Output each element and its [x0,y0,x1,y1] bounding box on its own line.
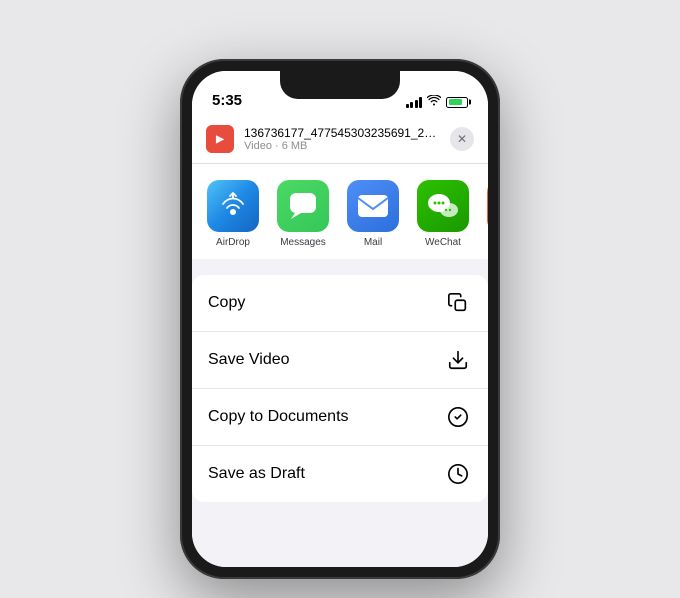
save-video-action[interactable]: Save Video [192,332,488,389]
screen-content: ▶ 136736177_477545303235691_2122... Vide… [192,115,488,567]
app-item-more[interactable] [482,180,488,249]
file-type-icon: ▶ [206,125,234,153]
airdrop-label: AirDrop [216,237,250,249]
share-file-info: 136736177_477545303235691_2122... Video … [244,126,440,152]
mail-label: Mail [364,237,382,249]
save-video-icon [444,346,472,374]
phone-screen: 5:35 [192,71,488,567]
draft-icon [444,460,472,488]
airdrop-icon [207,180,259,232]
app-item-airdrop[interactable]: AirDrop [202,180,264,249]
documents-icon [444,403,472,431]
action-list: Copy Save Video [192,275,488,502]
wifi-icon [427,95,441,109]
app-item-mail[interactable]: Mail [342,180,404,249]
copy-to-documents-action[interactable]: Copy to Documents [192,389,488,446]
status-bar: 5:35 [192,71,488,115]
share-file-name: 136736177_477545303235691_2122... [244,126,440,140]
more-icon [487,180,488,232]
copy-action[interactable]: Copy [192,275,488,332]
notch [280,71,400,99]
copy-to-documents-label: Copy to Documents [208,408,349,426]
app-item-wechat[interactable]: WeChat [412,180,474,249]
share-preview-bar: ▶ 136736177_477545303235691_2122... Vide… [192,115,488,164]
copy-icon [444,289,472,317]
share-close-button[interactable]: ✕ [450,127,474,151]
phone-frame: 5:35 [180,59,500,579]
mail-icon [347,180,399,232]
status-icons [406,95,469,109]
save-as-draft-action[interactable]: Save as Draft [192,446,488,502]
battery-icon [446,97,468,108]
status-time: 5:35 [212,92,242,109]
save-as-draft-label: Save as Draft [208,465,305,483]
save-video-label: Save Video [208,351,290,369]
share-file-size: Video · 6 MB [244,140,440,152]
bottom-spacer [192,502,488,510]
messages-icon [277,180,329,232]
wechat-label: WeChat [425,237,461,249]
signal-bars-icon [406,97,423,108]
copy-action-label: Copy [208,294,245,312]
share-app-row: AirDrop Messages [192,164,488,259]
section-divider [192,259,488,267]
close-icon: ✕ [457,133,467,145]
messages-label: Messages [280,237,326,249]
wechat-icon [417,180,469,232]
app-item-messages[interactable]: Messages [272,180,334,249]
